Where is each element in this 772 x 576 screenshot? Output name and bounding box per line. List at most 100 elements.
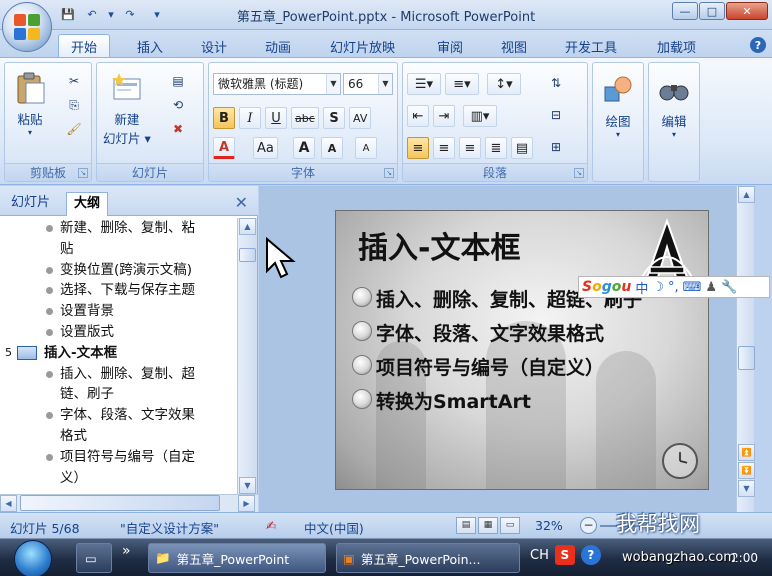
slide-bullet-3[interactable]: 项目符号与编号（自定义） <box>376 353 604 380</box>
italic-button[interactable]: I <box>239 107 261 129</box>
outline-item[interactable]: 义） <box>60 468 234 488</box>
tab-developer[interactable]: 开发工具 <box>553 34 629 58</box>
slide-title[interactable]: 插入-文本框 <box>358 223 520 267</box>
paste-button[interactable]: 粘贴 ▾ <box>13 71 47 137</box>
strikethrough-button[interactable]: abc <box>291 107 319 129</box>
editing-button[interactable]: 编辑 ▾ <box>657 73 691 139</box>
align-center-button[interactable]: ≡ <box>433 137 455 159</box>
sogou-ime-toolbar[interactable]: Sogou 中 ☽ °, ⌨ ♟ 🔧 <box>578 276 770 298</box>
maximize-button[interactable]: □ <box>699 2 725 20</box>
grow-font-button[interactable]: A <box>293 137 315 159</box>
numbering-button[interactable]: ≡▾ <box>445 73 479 95</box>
slide-vertical-scrollbar[interactable]: ▲ ⏫ ⏬ ▼ <box>736 186 755 512</box>
clear-format-button[interactable]: A <box>355 137 377 159</box>
font-launcher-icon[interactable]: ↘ <box>384 168 394 178</box>
new-slide-button[interactable]: 新建 幻灯片 ▾ <box>103 71 151 147</box>
tab-insert[interactable]: 插入 <box>125 34 175 58</box>
shrink-font-button[interactable]: A <box>321 137 343 159</box>
format-painter-icon[interactable]: 🖌 <box>63 119 85 139</box>
paragraph-launcher-icon[interactable]: ↘ <box>574 168 584 178</box>
outline-item[interactable]: 贴 <box>60 239 234 259</box>
slide-bullet-4[interactable]: 转换为SmartArt <box>376 387 531 414</box>
scroll-down-icon[interactable]: ▼ <box>738 480 755 497</box>
columns-button[interactable]: ▥▾ <box>463 105 497 127</box>
show-desktop-icon[interactable]: ▭ <box>76 543 112 573</box>
outline-item[interactable]: 链、刷子 <box>60 384 234 404</box>
bullets-button[interactable]: ☰▾ <box>407 73 441 95</box>
skin-icon[interactable]: ♟ <box>705 280 717 295</box>
outline-item[interactable]: 字体、段落、文字效果 <box>60 405 234 425</box>
tab-outline[interactable]: 大纲 <box>66 192 109 216</box>
tab-home[interactable]: 开始 <box>58 34 111 58</box>
punctuation-icon[interactable]: °, <box>668 280 679 295</box>
tab-review[interactable]: 审阅 <box>425 34 475 58</box>
font-size-combo[interactable]: 66 ▼ <box>343 73 393 95</box>
half-width-icon[interactable]: ☽ <box>652 280 664 295</box>
scroll-thumb[interactable] <box>738 346 755 370</box>
tools-icon[interactable]: 🔧 <box>721 280 737 295</box>
justify-button[interactable]: ≣ <box>485 137 507 159</box>
h-scroll-thumb[interactable] <box>20 495 220 511</box>
scroll-right-icon[interactable]: ▶ <box>238 495 255 512</box>
increase-indent-button[interactable]: ⇥ <box>433 105 455 127</box>
layout-icon[interactable]: ▤ <box>167 71 189 91</box>
cut-icon[interactable]: ✂ <box>63 71 85 91</box>
previous-slide-icon[interactable]: ⏫ <box>738 444 755 461</box>
scroll-up-icon[interactable]: ▲ <box>738 186 755 203</box>
copy-icon[interactable]: ⎘ <box>63 95 85 115</box>
tab-slides[interactable]: 幻灯片 <box>4 192 57 216</box>
delete-slide-icon[interactable]: ✖ <box>167 119 189 139</box>
slide-sorter-icon[interactable]: ▦ <box>478 517 498 534</box>
language-indicator[interactable]: 中文(中国) <box>304 518 364 537</box>
text-direction-icon[interactable]: ⇅ <box>545 73 567 93</box>
slide-bullet-2[interactable]: 字体、段落、文字效果格式 <box>376 319 604 346</box>
tab-design[interactable]: 设计 <box>189 34 239 58</box>
tab-view[interactable]: 视图 <box>489 34 539 58</box>
theme-name[interactable]: "自定义设计方案" <box>120 518 219 537</box>
current-slide[interactable]: 插入-文本框 插入、删除、复制、超链、刷子 字体、段落、文字效果格式 项目符号与… <box>335 210 709 490</box>
underline-button[interactable]: U <box>265 107 287 129</box>
close-icon[interactable]: ✕ <box>235 193 248 212</box>
sogou-tray-icon[interactable]: S <box>554 545 575 565</box>
distribute-button[interactable]: ▤ <box>511 137 533 159</box>
taskbar-item-powerpoint[interactable]: ▣ 第五章_PowerPoin... <box>336 543 520 573</box>
outline-slide-title[interactable]: 插入-文本框 <box>44 343 224 363</box>
taskbar-item-folder[interactable]: 📁 第五章_PowerPoint <box>148 543 326 573</box>
office-button[interactable] <box>2 2 52 52</box>
minimize-button[interactable]: — <box>672 2 698 20</box>
scroll-up-icon[interactable]: ▲ <box>239 218 256 235</box>
zoom-out-icon[interactable]: − <box>580 517 597 534</box>
align-left-button[interactable]: ≡ <box>407 137 429 159</box>
help-icon[interactable]: ? <box>750 37 766 53</box>
zoom-level[interactable]: 32% <box>535 518 563 533</box>
slide-icon[interactable] <box>17 345 37 360</box>
tab-slideshow[interactable]: 幻灯片放映 <box>318 34 407 58</box>
outline-item[interactable]: 新建、删除、复制、粘 <box>60 218 234 238</box>
font-color-button[interactable]: A <box>213 137 235 159</box>
outline-item[interactable]: 格式 <box>60 426 234 446</box>
font-name-combo[interactable]: 微软雅黑 (标题) ▼ <box>213 73 341 95</box>
outline-item[interactable]: 项目符号与编号（自定 <box>60 447 234 467</box>
scroll-thumb[interactable] <box>239 248 256 262</box>
close-button[interactable]: ✕ <box>726 2 768 20</box>
chevron-down-icon[interactable]: ▼ <box>326 74 340 94</box>
clipboard-launcher-icon[interactable]: ↘ <box>78 168 88 178</box>
slideshow-view-icon[interactable]: ▭ <box>500 517 520 534</box>
change-case-button[interactable]: Aa <box>253 137 278 159</box>
scroll-left-icon[interactable]: ◀ <box>0 495 17 512</box>
drawing-button[interactable]: 绘图 ▾ <box>601 73 635 139</box>
char-spacing-button[interactable]: AV <box>349 107 372 129</box>
next-slide-icon[interactable]: ⏬ <box>738 462 755 479</box>
start-button[interactable] <box>14 540 52 576</box>
smartart-convert-icon[interactable]: ⊞ <box>545 137 567 157</box>
decrease-indent-button[interactable]: ⇤ <box>407 105 429 127</box>
outline-item[interactable]: 设置背景 <box>60 301 234 321</box>
line-spacing-button[interactable]: ↕▾ <box>487 73 521 95</box>
shadow-button[interactable]: S <box>323 107 345 129</box>
taskbar-overflow-icon[interactable]: » <box>122 543 131 559</box>
help-tray-icon[interactable]: ? <box>580 545 601 565</box>
outline-list[interactable]: 新建、删除、复制、粘贴变换位置(跨演示文稿) 选择、下载与保存主题 设置背景 设置版式… <box>0 218 234 496</box>
input-language-indicator[interactable]: CH <box>530 548 549 563</box>
outline-item[interactable]: 插入、删除、复制、超 <box>60 364 234 384</box>
align-right-button[interactable]: ≡ <box>459 137 481 159</box>
